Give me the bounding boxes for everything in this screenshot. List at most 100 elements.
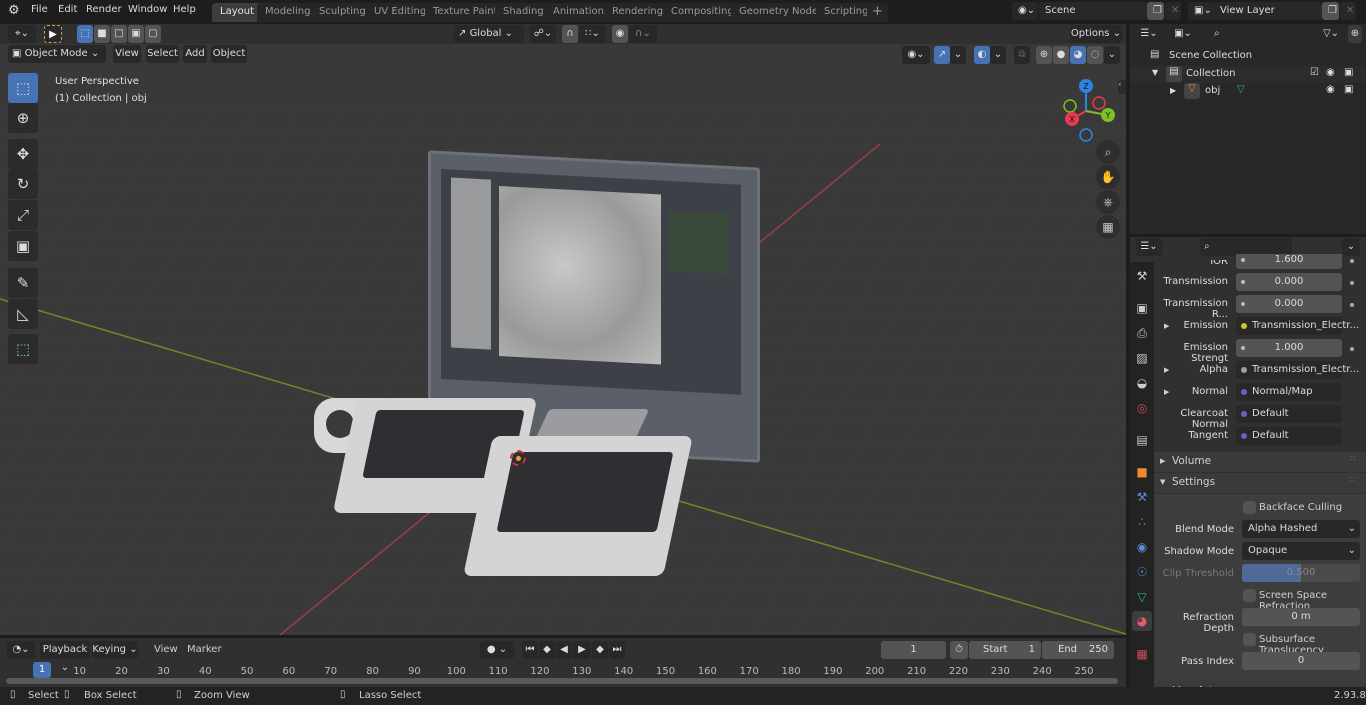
tool-add-cube-icon[interactable]: ⬚ [8,334,38,364]
shading-wireframe-icon[interactable]: ⊕ [1036,46,1052,64]
jump-next-keyframe-icon[interactable]: ◆ [592,641,608,659]
jump-end-icon[interactable]: ⏭ [609,641,625,659]
zoom-view-icon[interactable]: ⌕ [1096,140,1120,164]
tab-constraints-icon[interactable]: ☉ [1132,562,1152,582]
mesh-data-icon[interactable]: ▽ [1237,84,1245,95]
keyframe-dot[interactable] [1350,259,1354,263]
blender-logo-icon[interactable]: ⚙ [8,3,20,18]
view-layer-selector-icon[interactable]: ▣⌄ [1188,2,1214,20]
duplicate-view-layer-icon[interactable]: ❐ [1322,2,1339,20]
jump-prev-keyframe-icon[interactable]: ◆ [539,641,555,659]
clearcoat-normal-link-field[interactable]: Default [1236,405,1342,423]
pivot-point-icon[interactable]: ☍⌄ [530,25,556,43]
tool-transform-icon[interactable]: ▣ [8,231,38,261]
snap-target-icon[interactable]: ∷⌄ [579,25,606,43]
tab-compositing[interactable]: Compositing [663,3,742,22]
shading-rendered-icon[interactable]: ◌ [1087,46,1103,64]
playback-dropdown[interactable]: Playback ⌄ [40,641,90,673]
pan-view-icon[interactable]: ✋ [1096,165,1120,189]
tab-view-layer-icon[interactable]: ▨ [1132,348,1152,368]
transmission-roughness-field[interactable]: 0.000 [1236,295,1342,313]
emission-link-field[interactable]: Transmission_Electr... [1236,317,1359,335]
mode-extend-selection-icon[interactable]: ■ [94,25,110,43]
preview-range-icon[interactable]: ⏱ [950,641,968,659]
options-dropdown[interactable]: Options ⌄ [1070,25,1122,43]
visibility-selector-icon[interactable]: ◉⌄ [902,46,930,64]
tab-physics-icon[interactable]: ◉ [1132,537,1152,557]
outliner-row-collection[interactable]: ▼ ▤ Collection ☑ ◉ ▣ [1130,66,1366,83]
tab-layout[interactable]: Layout [212,3,262,22]
ortho-toggle-icon[interactable]: ▦ [1096,215,1120,239]
visibility-eye-icon[interactable]: ◉ [1326,67,1335,78]
menu-select[interactable]: Select [146,45,179,63]
keyframe-dot[interactable] [1350,303,1354,307]
sidebar-toggle-icon[interactable]: ‹ [1118,80,1126,94]
expand-icon[interactable]: ▶ [1170,86,1176,95]
menu-file[interactable]: File [31,4,48,15]
blend-mode-dropdown[interactable]: Alpha Hashed ⌄ [1242,520,1360,538]
gizmo-dropdown-icon[interactable]: ⌄ [950,46,966,64]
drag-handle-icon[interactable]: ∷ [1350,454,1355,463]
tool-move-icon[interactable]: ✥ [8,139,38,169]
menu-add[interactable]: Add [183,45,207,63]
duplicate-scene-icon[interactable]: ❐ [1147,2,1164,20]
jump-start-icon[interactable]: ⏮ [522,641,538,659]
tab-output-icon[interactable]: ⎙ [1132,323,1152,343]
visibility-eye-icon[interactable]: ◉ [1326,84,1335,95]
snap-toggle-icon[interactable]: ∩ [562,25,578,43]
tab-rendering[interactable]: Rendering [604,3,672,22]
play-icon[interactable]: ▶ [573,641,591,659]
mode-invert-selection-icon[interactable]: ▣ [128,25,144,43]
render-camera-icon[interactable]: ▣ [1344,67,1353,78]
auto-keying-icon[interactable]: ● ⌄ [480,641,514,659]
falloff-icon[interactable]: ∩⌄ [629,25,657,43]
tool-rotate-icon[interactable]: ↻ [8,169,38,199]
start-frame-field[interactable]: Start 1 [969,641,1041,659]
tab-texture-icon[interactable]: ▦ [1132,644,1152,664]
tab-object-icon[interactable]: ■ [1132,462,1152,482]
tangent-link-field[interactable]: Default [1236,427,1342,445]
tool-select-icon[interactable]: ▶ [44,25,62,43]
xray-toggle-icon[interactable]: ⧉ [1014,46,1030,64]
overlays-dropdown-icon[interactable]: ⌄ [990,46,1006,64]
editor-type-icon[interactable]: ⌖⌄ [8,25,36,43]
delete-view-layer-icon[interactable]: ✕ [1340,2,1356,20]
add-workspace-icon[interactable]: + [867,3,888,22]
transmission-field[interactable]: 0.000 [1236,273,1342,291]
timeline-menu-marker[interactable]: Marker [187,644,222,655]
view-layer-name-field[interactable]: View Layer [1214,2,1322,20]
current-frame-marker[interactable]: 1 [33,662,51,678]
tab-sculpting[interactable]: Sculpting [311,3,374,22]
tab-render-icon[interactable]: ▣ [1132,298,1152,318]
tab-modeling[interactable]: Modeling [257,3,319,22]
screen-space-refraction-checkbox[interactable] [1243,589,1256,602]
tool-select-box-icon[interactable]: ⬚ [8,73,38,103]
proportional-edit-icon[interactable]: ◉ [612,25,628,43]
show-overlays-icon[interactable]: ◐ [974,46,990,64]
backface-culling-checkbox[interactable] [1243,501,1256,514]
tab-tool-icon[interactable]: ⚒ [1132,266,1152,286]
tab-data-icon[interactable]: ▽ [1132,587,1152,607]
outliner-editor-type-icon[interactable]: ☰⌄ [1136,25,1162,43]
3d-viewport[interactable]: User Perspective (1) Collection | obj ⬚ … [0,44,1126,635]
menu-render[interactable]: Render [86,4,122,15]
new-collection-icon[interactable]: ⊕ [1348,25,1362,43]
outliner-search-input[interactable]: ⌕ [1210,25,1302,43]
tool-measure-icon[interactable]: ◺ [8,299,38,329]
shading-solid-icon[interactable]: ● [1053,46,1069,64]
delete-scene-icon[interactable]: ✕ [1165,2,1181,20]
panel-settings-header[interactable]: ▼ Settings ∷ [1154,473,1366,493]
camera-view-icon[interactable]: ⎈ [1096,190,1120,214]
clip-threshold-slider[interactable]: 0.500 [1242,564,1360,582]
tab-collection-icon[interactable]: ▤ [1132,430,1152,450]
shadow-mode-dropdown[interactable]: Opaque ⌄ [1242,542,1360,560]
tab-modifiers-icon[interactable]: ⚒ [1132,487,1152,507]
subsurface-translucency-checkbox[interactable] [1243,633,1256,646]
normal-link-field[interactable]: Normal/Map [1236,383,1342,401]
refraction-depth-field[interactable]: 0 m [1242,608,1360,626]
scene-selector-icon[interactable]: ◉⌄ [1012,2,1038,20]
tab-world-icon[interactable]: ◎ [1132,398,1152,418]
tab-material-icon[interactable]: ◕ [1132,611,1152,631]
shading-material-icon[interactable]: ◕ [1070,46,1086,64]
mode-new-selection-icon[interactable]: ⬚ [77,25,93,43]
